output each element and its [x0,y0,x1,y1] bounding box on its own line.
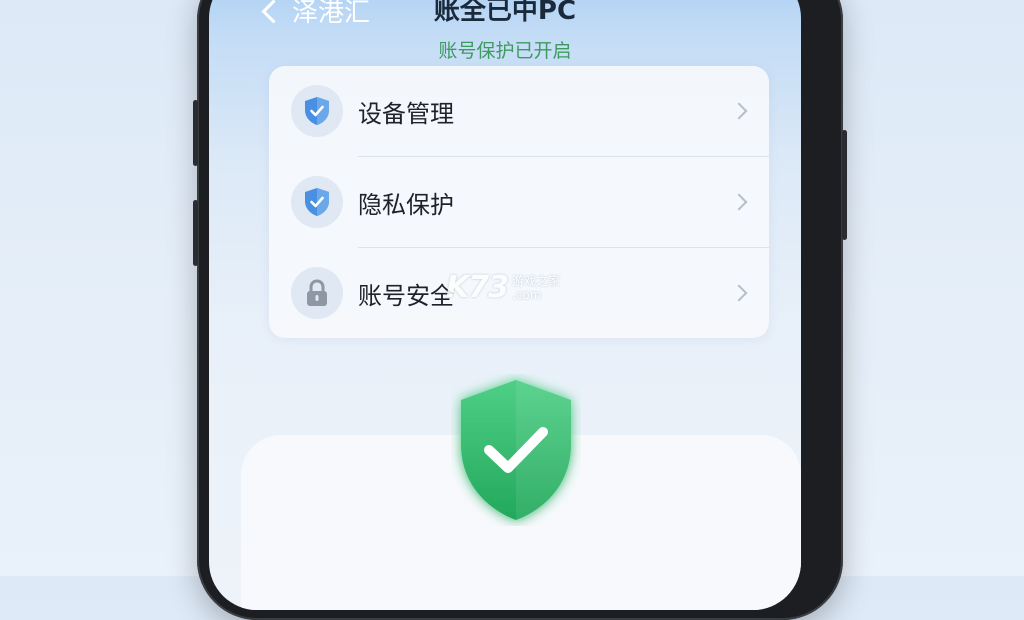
watermark: K73 游戏之家 .com [446,270,560,305]
side-button-left [193,200,198,266]
protection-status-text: 账号保护已开启 [438,40,572,62]
watermark-text: 游戏之家 .com [512,274,560,302]
settings-item-label: 设备管理 [358,99,454,128]
watermark-line2: .com [512,287,542,302]
chevron-right-icon [730,102,748,120]
chevron-right-icon [730,193,748,211]
phone-screen: 泽港汇 账全已中PC 账号保护已开启 设备管理 隐私保护 账号安全 [209,0,801,610]
watermark-logo: K73 [446,270,509,305]
lock-icon [291,267,343,319]
settings-item-device-management[interactable]: 设备管理 [269,66,769,156]
green-shield-check-icon [451,374,581,526]
chevron-right-icon [730,284,748,302]
settings-item-privacy-protection[interactable]: 隐私保护 [269,157,769,247]
navigation-header: 泽港汇 账全已中PC 账号保护已开启 [209,0,801,62]
shield-check-icon [291,176,343,228]
watermark-line1: 游戏之家 [512,273,561,288]
page-title: 账全已中PC [433,0,577,26]
settings-item-label: 隐私保护 [358,190,454,219]
side-button-left [193,100,198,166]
settings-item-label: 账号安全 [358,281,454,310]
side-button-right [842,130,847,240]
shield-check-icon [291,85,343,137]
